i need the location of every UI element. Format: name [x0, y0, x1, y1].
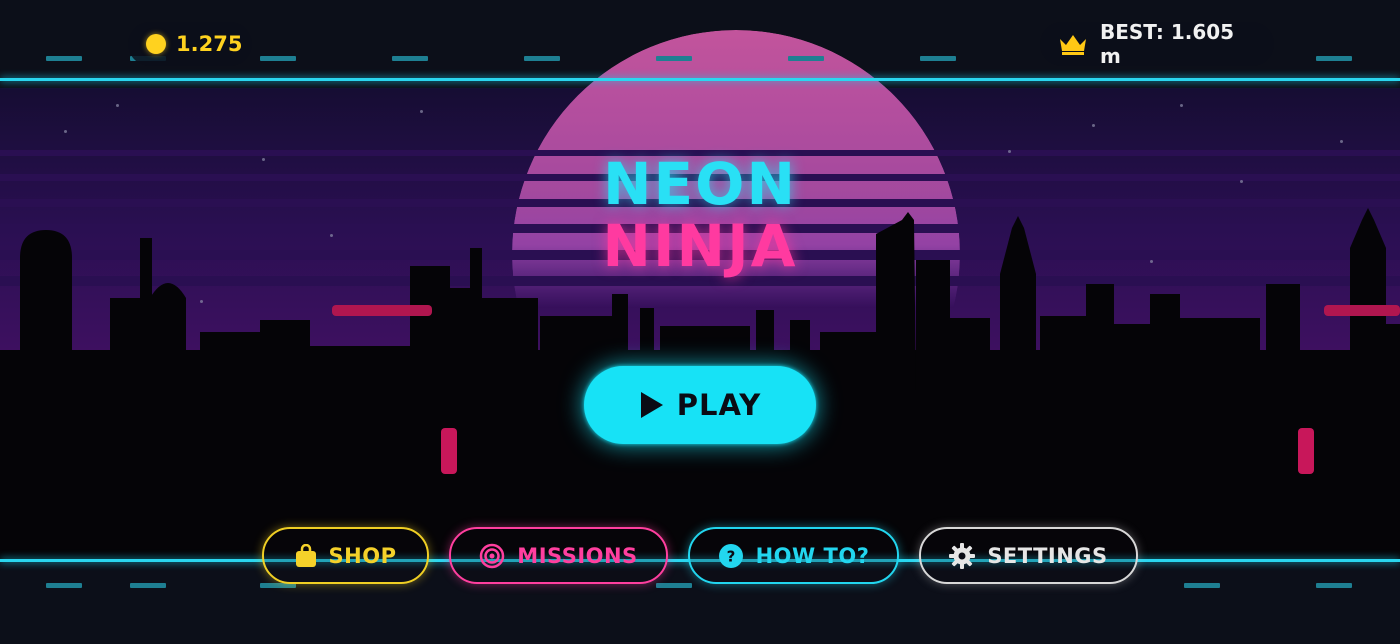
lane-dash: [46, 583, 82, 588]
neon-ledge: [332, 305, 432, 316]
main-menu-screen: NEON NINJA 1.275 BEST: 1.605 m PLAY SHOP…: [0, 0, 1400, 644]
play-button[interactable]: PLAY: [584, 366, 816, 444]
lane-dash: [920, 56, 956, 61]
lane-dash: [1316, 56, 1352, 61]
neon-ledge: [1324, 305, 1400, 316]
coin-counter: 1.275: [128, 22, 252, 66]
lane-dash: [1316, 583, 1352, 588]
how-to-label: HOW TO?: [755, 543, 870, 568]
gear-icon: [949, 542, 976, 569]
crown-icon: [1058, 33, 1088, 55]
lane-dash: [130, 583, 166, 588]
play-label: PLAY: [676, 388, 762, 422]
coin-icon: [146, 34, 166, 54]
lane-dash: [788, 56, 824, 61]
coin-count: 1.275: [176, 32, 243, 56]
shopping-bag-icon: [295, 543, 317, 568]
shop-label: SHOP: [328, 543, 397, 568]
lane-dash: [1184, 583, 1220, 588]
svg-text:?: ?: [726, 547, 735, 565]
best-score-text: BEST: 1.605 m: [1100, 20, 1235, 68]
help-icon: ?: [718, 543, 744, 569]
lane-dash: [656, 56, 692, 61]
lane-dash: [392, 56, 428, 61]
top-rail: [0, 78, 1400, 81]
best-score: BEST: 1.605 m: [1040, 20, 1274, 68]
settings-label: SETTINGS: [987, 543, 1108, 568]
lane-dash: [524, 56, 560, 61]
lane-dash: [260, 56, 296, 61]
play-icon: [639, 390, 665, 420]
target-icon: [479, 543, 505, 569]
game-title-line-1: NEON: [602, 150, 797, 218]
shop-button[interactable]: SHOP: [262, 527, 429, 584]
missions-button[interactable]: MISSIONS: [449, 527, 668, 584]
neon-pillar: [1298, 428, 1314, 474]
lane-dash: [46, 56, 82, 61]
neon-pillar: [441, 428, 457, 474]
lane-dash: [656, 583, 692, 588]
how-to-button[interactable]: ? HOW TO?: [688, 527, 899, 584]
game-title-line-2: NINJA: [602, 212, 798, 280]
missions-label: MISSIONS: [517, 543, 638, 568]
settings-button[interactable]: SETTINGS: [919, 527, 1138, 584]
